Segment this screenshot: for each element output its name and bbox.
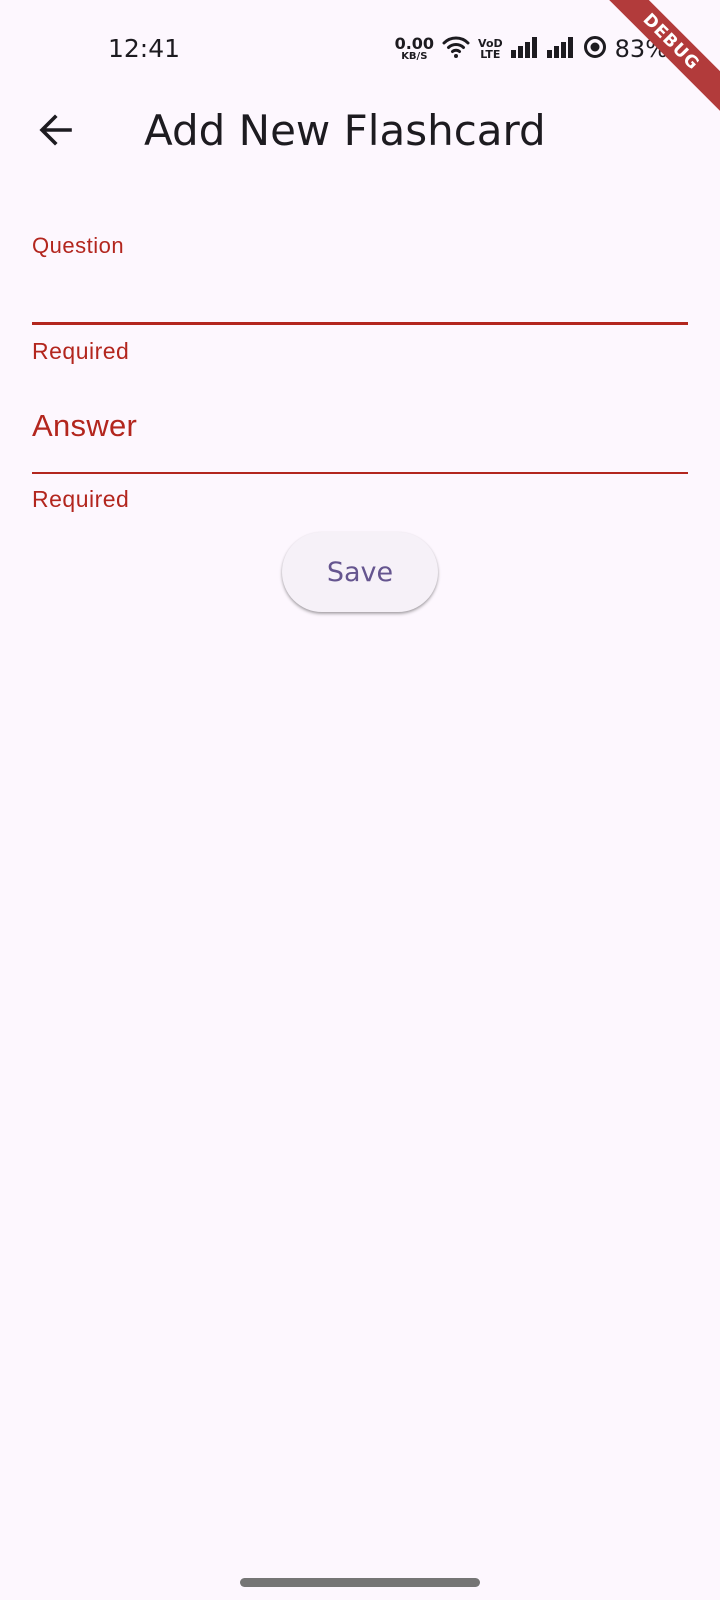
signal-icon (510, 36, 539, 63)
volte-bottom: LTE (480, 48, 501, 61)
network-speed: 0.00 KB/S (395, 36, 434, 62)
save-button[interactable]: Save (282, 532, 438, 612)
network-speed-value: 0.00 (394, 34, 435, 53)
volte-indicator: VoD LTE (478, 38, 503, 60)
question-label: Question (32, 233, 125, 258)
question-input[interactable] (32, 276, 688, 316)
answer-field[interactable]: Answer (32, 396, 688, 486)
answer-error-text: Required (32, 486, 130, 512)
answer-underline (32, 472, 688, 474)
back-button[interactable] (24, 104, 88, 160)
answer-input[interactable] (32, 408, 688, 448)
page-title: Add New Flashcard (144, 106, 546, 155)
signal-icon (546, 36, 575, 63)
status-icons: 0.00 KB/S VoD LTE 83% (395, 32, 668, 66)
wifi-icon (442, 35, 470, 64)
question-underline (32, 322, 688, 325)
gesture-nav-handle[interactable] (240, 1578, 480, 1587)
network-speed-unit: KB/S (401, 51, 428, 62)
status-bar: 12:41 0.00 KB/S VoD LTE 83% (0, 0, 720, 96)
question-error-text: Required (32, 338, 130, 364)
app-bar: Add New Flashcard (0, 96, 720, 168)
arrow-back-icon (38, 112, 74, 153)
question-field[interactable]: Question (32, 224, 688, 334)
status-time: 12:41 (108, 34, 181, 63)
battery-saver-icon (583, 35, 607, 64)
